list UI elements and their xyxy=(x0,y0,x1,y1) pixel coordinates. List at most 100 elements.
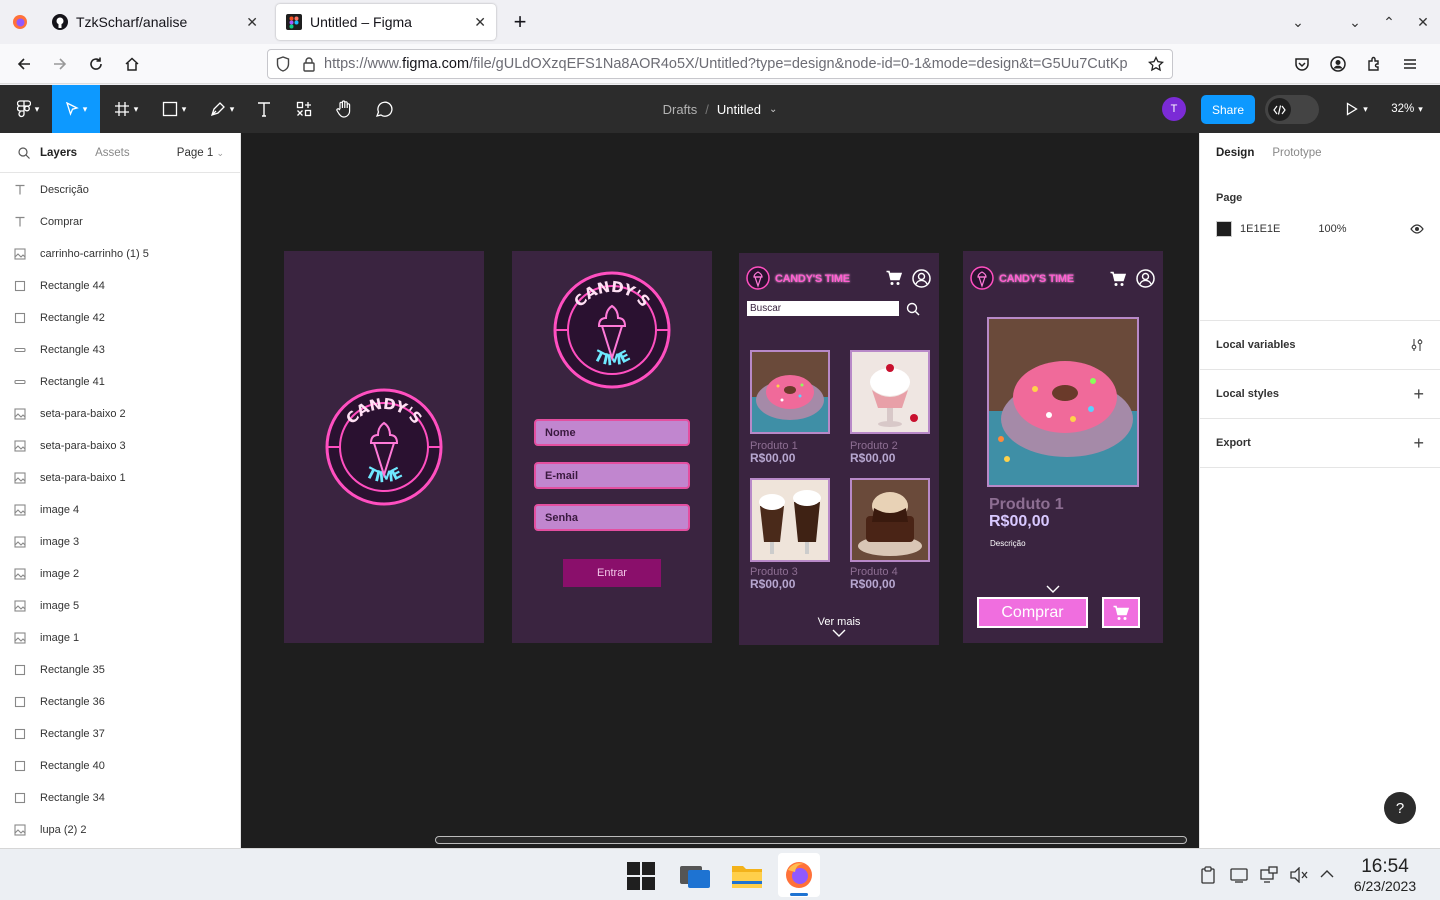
hand-tool-button[interactable] xyxy=(328,85,360,133)
layer-row[interactable]: seta-para-baixo 3 xyxy=(0,430,240,462)
home-icon[interactable] xyxy=(114,48,150,80)
dev-mode-toggle[interactable] xyxy=(1265,95,1319,124)
layer-row[interactable]: Rectangle 34 xyxy=(0,782,240,814)
layer-row[interactable]: carrinho-carrinho (1) 5 xyxy=(0,238,240,270)
present-button[interactable]: ▾ xyxy=(1337,85,1377,133)
page-color-swatch[interactable] xyxy=(1216,221,1232,237)
plus-icon[interactable]: + xyxy=(1413,433,1424,454)
zoom-menu[interactable]: 32% ▾ xyxy=(1382,85,1432,133)
layer-row[interactable]: image 1 xyxy=(0,622,240,654)
layer-row[interactable]: Comprar xyxy=(0,206,240,238)
product-image-brownie[interactable] xyxy=(850,478,930,562)
plus-icon[interactable]: + xyxy=(1413,384,1424,405)
layer-row[interactable]: image 4 xyxy=(0,494,240,526)
text-tool-button[interactable] xyxy=(248,85,280,133)
frame-product-detail[interactable]: CANDY'S TIME Produto 1 R$00,00 Descrição… xyxy=(963,251,1163,643)
layer-row[interactable]: seta-para-baixo 2 xyxy=(0,398,240,430)
layer-row[interactable]: Rectangle 36 xyxy=(0,686,240,718)
close-tab-icon[interactable]: ✕ xyxy=(474,14,486,31)
password-field[interactable]: Senha xyxy=(534,504,690,531)
main-menu-button[interactable]: ▾ xyxy=(6,85,50,133)
tab-figma[interactable]: Untitled – Figma ✕ xyxy=(276,4,496,40)
product-image-donut[interactable] xyxy=(750,350,830,434)
layer-row[interactable]: Rectangle 35 xyxy=(0,654,240,686)
layer-row[interactable]: lupa (2) 2 xyxy=(0,814,240,846)
clipboard-icon[interactable] xyxy=(1200,866,1216,884)
tab-design[interactable]: Design xyxy=(1216,147,1254,159)
layer-row[interactable]: Rectangle 44 xyxy=(0,270,240,302)
product-image-sundae[interactable] xyxy=(850,350,930,434)
local-styles-section[interactable]: Local styles + xyxy=(1200,370,1440,419)
move-tool-button[interactable]: ▾ xyxy=(52,85,100,133)
file-explorer-button[interactable] xyxy=(731,861,763,891)
frame-splash[interactable]: CANDY'S TIME xyxy=(284,251,484,643)
start-button[interactable] xyxy=(626,861,656,891)
chevron-down-icon[interactable] xyxy=(1046,585,1060,594)
file-name[interactable]: Untitled xyxy=(717,102,761,117)
clock[interactable]: 16:54 6/23/2023 xyxy=(1340,857,1430,895)
add-to-cart-button[interactable] xyxy=(1102,597,1140,628)
address-bar[interactable]: https://www.figma.com/file/gULdOXzqEFS1N… xyxy=(267,49,1173,79)
back-icon[interactable] xyxy=(6,48,42,80)
forward-icon[interactable] xyxy=(42,48,78,80)
task-view-button[interactable] xyxy=(679,861,711,891)
pocket-icon[interactable] xyxy=(1284,48,1320,80)
local-variables-section[interactable]: Local variables xyxy=(1200,321,1440,370)
tab-github[interactable]: TzkScharf/analise ✕ xyxy=(42,4,268,40)
user-icon[interactable] xyxy=(1136,269,1155,288)
layer-row[interactable]: Rectangle 40 xyxy=(0,750,240,782)
menu-icon[interactable] xyxy=(1392,48,1428,80)
avatar[interactable]: T xyxy=(1162,97,1186,121)
buy-button[interactable]: Comprar xyxy=(977,597,1088,628)
user-icon[interactable] xyxy=(912,269,931,288)
export-section[interactable]: Export + xyxy=(1200,419,1440,468)
account-icon[interactable] xyxy=(1320,48,1356,80)
reload-icon[interactable] xyxy=(78,48,114,80)
share-button[interactable]: Share xyxy=(1201,95,1255,124)
maximize-icon[interactable]: ⌃ xyxy=(1372,14,1406,31)
cart-icon[interactable] xyxy=(886,270,902,286)
list-tabs-icon[interactable]: ⌄ xyxy=(1278,14,1318,31)
layer-row[interactable]: Rectangle 37 xyxy=(0,718,240,750)
search-input[interactable]: Buscar xyxy=(747,301,899,316)
variables-icon[interactable] xyxy=(1410,338,1424,352)
page-color-value[interactable]: 1E1E1E xyxy=(1240,223,1280,235)
layer-row[interactable]: image 3 xyxy=(0,526,240,558)
canvas[interactable]: CANDY'S TIME CANDY'S TIME Nome E-mail Se… xyxy=(241,133,1199,848)
cart-icon[interactable] xyxy=(1110,271,1126,287)
chevron-down-icon[interactable] xyxy=(832,629,846,638)
breadcrumb-drafts[interactable]: Drafts xyxy=(663,102,698,117)
layer-row[interactable]: Rectangle 41 xyxy=(0,366,240,398)
shield-icon[interactable] xyxy=(276,56,290,72)
frame-tool-button[interactable]: ▾ xyxy=(104,85,148,133)
page-selector[interactable]: Page 1 ⌄ xyxy=(177,147,224,159)
help-button[interactable]: ? xyxy=(1384,792,1416,824)
name-field[interactable]: Nome xyxy=(534,419,690,446)
see-more-link[interactable]: Ver mais xyxy=(739,616,939,628)
eye-icon[interactable] xyxy=(1410,224,1424,234)
close-tab-icon[interactable]: ✕ xyxy=(246,14,258,31)
frame-products[interactable]: CANDY'S TIME Buscar Produto 1 R$00,00 Pr… xyxy=(739,253,939,645)
comment-tool-button[interactable] xyxy=(368,85,400,133)
login-button[interactable]: Entrar xyxy=(563,559,661,587)
lock-icon[interactable] xyxy=(302,56,316,72)
pen-tool-button[interactable]: ▾ xyxy=(200,85,244,133)
product-image-milkshake[interactable] xyxy=(750,478,830,562)
search-icon[interactable] xyxy=(906,302,920,316)
chevron-down-icon[interactable]: ⌄ xyxy=(769,104,777,115)
tab-layers[interactable]: Layers xyxy=(40,147,77,159)
shape-tool-button[interactable]: ▾ xyxy=(152,85,196,133)
search-icon[interactable] xyxy=(18,146,30,159)
tab-assets[interactable]: Assets xyxy=(95,147,130,159)
close-window-icon[interactable]: ✕ xyxy=(1406,14,1440,31)
new-tab-button[interactable]: + xyxy=(504,9,536,35)
bookmark-star-icon[interactable] xyxy=(1148,56,1164,72)
volume-muted-icon[interactable] xyxy=(1290,867,1308,883)
layer-row[interactable]: Rectangle 43 xyxy=(0,334,240,366)
resources-button[interactable] xyxy=(288,85,320,133)
layer-row[interactable]: image 2 xyxy=(0,558,240,590)
email-field[interactable]: E-mail xyxy=(534,462,690,489)
layer-row[interactable]: Rectangle 42 xyxy=(0,302,240,334)
horizontal-scrollbar[interactable] xyxy=(435,836,1187,844)
firefox-taskbar-button[interactable] xyxy=(778,853,820,897)
